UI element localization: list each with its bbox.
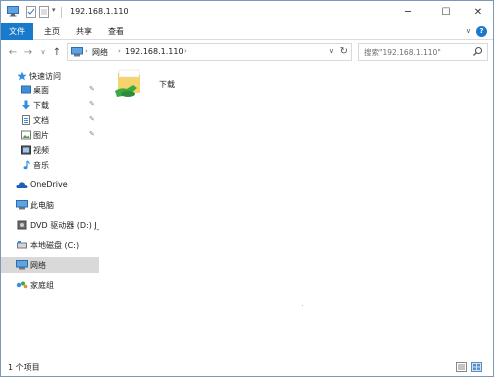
- title-separator: [61, 7, 62, 18]
- sidebar-item-this-pc[interactable]: 此电脑: [1, 198, 99, 213]
- item-count: 1 个项目: [8, 363, 40, 372]
- forward-button[interactable]: →: [22, 44, 34, 60]
- sidebar-item-quick-access[interactable]: 快速访问: [1, 69, 99, 84]
- address-dropdown-button[interactable]: ∨: [329, 47, 334, 55]
- help-icon[interactable]: ?: [476, 26, 487, 37]
- navigation-pane: 快速访问 桌面 ✎ 下载 ✎ 文档 ✎ 图片 ✎ 视频 音乐 OneDrive …: [1, 63, 106, 358]
- refresh-button[interactable]: ↻: [340, 46, 348, 57]
- details-view-icon[interactable]: [456, 362, 467, 372]
- breadcrumb-host[interactable]: 192.168.1.110: [125, 47, 184, 56]
- status-bar: 1 个项目: [1, 358, 493, 376]
- search-placeholder: 搜索"192.168.1.110": [364, 48, 441, 57]
- file-list: 下载: [99, 63, 493, 358]
- sidebar-item-desktop[interactable]: 桌面 ✎: [1, 83, 99, 98]
- sidebar-item-label: 此电脑: [30, 201, 54, 210]
- recent-locations-button[interactable]: ∨: [37, 44, 49, 60]
- close-button[interactable]: ✕: [461, 1, 493, 23]
- crumb-separator: ›: [184, 47, 187, 55]
- computer-icon: [16, 200, 28, 210]
- sidebar-item-label: OneDrive: [30, 180, 68, 189]
- sidebar-item-dvd-drive[interactable]: DVD 驱动器 (D:) J_C: [1, 218, 106, 233]
- network-icon: [16, 260, 28, 270]
- sidebar-item-label: 家庭组: [30, 281, 54, 290]
- download-icon: [22, 100, 30, 110]
- sidebar-item-music[interactable]: 音乐: [1, 158, 99, 173]
- sidebar-item-label: 文档: [33, 116, 49, 125]
- sidebar-item-pictures[interactable]: 图片 ✎: [1, 128, 99, 143]
- tab-view[interactable]: 查看: [103, 23, 129, 40]
- search-icon[interactable]: [472, 46, 483, 57]
- document-icon: [22, 115, 30, 125]
- large-icons-view-icon[interactable]: [471, 362, 482, 372]
- star-icon: [17, 71, 27, 81]
- tab-home[interactable]: 主页: [39, 23, 65, 40]
- sidebar-item-label: 图片: [33, 131, 49, 140]
- sidebar-item-downloads[interactable]: 下载 ✎: [1, 98, 99, 113]
- sidebar-item-label: 网络: [30, 261, 46, 270]
- pin-icon[interactable]: ✎: [89, 85, 95, 93]
- back-button[interactable]: ←: [7, 44, 19, 60]
- search-box[interactable]: 搜索"192.168.1.110": [358, 43, 488, 61]
- title-bar: ▾ 192.168.1.110 ─ ☐ ✕: [1, 1, 493, 23]
- file-explorer-window: ▾ 192.168.1.110 ─ ☐ ✕ 文件 主页 共享 查看 ∨ ? ← …: [0, 0, 494, 377]
- crumb-separator: ›: [85, 47, 88, 55]
- music-icon: [23, 160, 30, 170]
- chevron-down-icon[interactable]: ∨: [466, 27, 471, 35]
- pin-icon[interactable]: ✎: [89, 100, 95, 108]
- breadcrumb-network[interactable]: 网络: [92, 47, 108, 58]
- navigation-bar: ← → ∨ ↑ › 网络 › 192.168.1.110 › ∨ ↻ 搜索"19…: [1, 41, 493, 63]
- sidebar-item-network[interactable]: 网络: [1, 257, 99, 273]
- network-computer-icon: [71, 47, 83, 57]
- drive-icon: [17, 241, 27, 249]
- pin-icon[interactable]: ✎: [89, 130, 95, 138]
- desktop-icon: [21, 85, 31, 94]
- minimize-button[interactable]: ─: [391, 1, 425, 23]
- sidebar-item-label: 快速访问: [29, 72, 61, 81]
- address-bar[interactable]: › 网络 › 192.168.1.110 › ∨ ↻: [67, 43, 352, 61]
- cloud-icon: [16, 182, 28, 188]
- sidebar-item-documents[interactable]: 文档 ✎: [1, 113, 99, 128]
- picture-icon: [21, 130, 31, 140]
- maximize-button[interactable]: ☐: [429, 1, 463, 23]
- new-folder-icon[interactable]: [39, 6, 49, 18]
- homegroup-icon: [16, 281, 28, 289]
- tab-file[interactable]: 文件: [1, 23, 33, 40]
- video-icon: [21, 145, 31, 155]
- sidebar-item-label: 视频: [33, 146, 49, 155]
- sidebar-item-videos[interactable]: 视频: [1, 143, 99, 158]
- crumb-separator: ›: [118, 47, 121, 55]
- properties-icon[interactable]: [26, 6, 36, 18]
- dvd-icon: [17, 220, 27, 230]
- folder-name: 下载: [159, 80, 175, 89]
- up-button[interactable]: ↑: [51, 44, 63, 60]
- sidebar-item-label: 音乐: [33, 161, 49, 170]
- sidebar-item-label: 下载: [33, 101, 49, 110]
- pin-icon[interactable]: ✎: [89, 115, 95, 123]
- ribbon-tabs: 文件 主页 共享 查看 ∨ ?: [1, 23, 493, 40]
- sidebar-item-onedrive[interactable]: OneDrive: [1, 178, 99, 193]
- window-title: 192.168.1.110: [70, 7, 129, 16]
- qat-dropdown-icon[interactable]: ▾: [52, 6, 56, 14]
- sidebar-item-label: DVD 驱动器 (D:) J_C: [30, 221, 107, 230]
- list-item[interactable]: 下载: [113, 67, 193, 103]
- shared-folder-icon: [115, 69, 140, 97]
- tab-share[interactable]: 共享: [71, 23, 97, 40]
- sidebar-item-label: 本地磁盘 (C:): [30, 241, 80, 250]
- sidebar-item-local-disk[interactable]: 本地磁盘 (C:): [1, 238, 99, 253]
- sidebar-item-label: 桌面: [33, 86, 49, 95]
- cursor-dot: [302, 305, 303, 306]
- sidebar-item-homegroup[interactable]: 家庭组: [1, 278, 99, 293]
- computer-icon: [7, 6, 19, 17]
